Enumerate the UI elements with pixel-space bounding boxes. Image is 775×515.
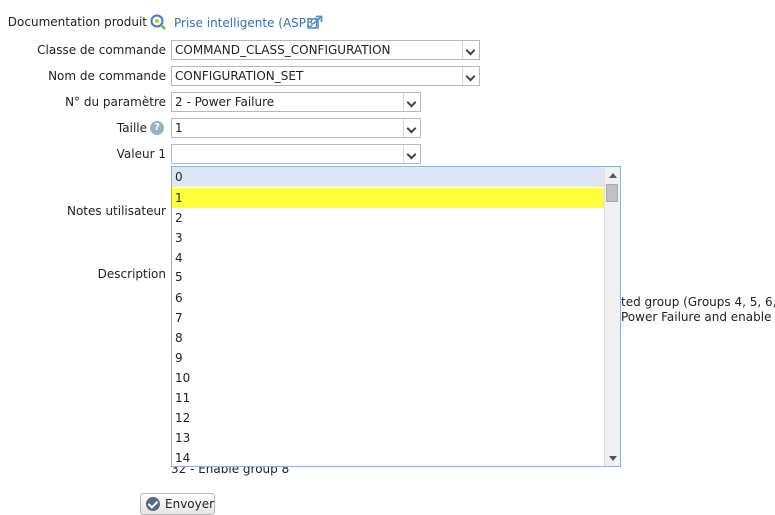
dropdown-option[interactable]: 3 [172,228,606,248]
command-label: Nom de commande [48,69,166,83]
value1-dropdown-list[interactable]: 0 1 2 3 4 5 6 7 8 9 10 11 12 13 14 [171,166,621,467]
command-name-value: CONFIGURATION_SET [175,69,304,83]
param-label: N° du paramètre [65,95,166,109]
dropdown-option[interactable]: 2 [172,208,606,228]
check-icon [146,497,160,511]
scrollbar-thumb[interactable] [606,184,618,202]
chevron-down-icon[interactable] [403,119,420,137]
dropdown-scrollbar[interactable] [604,167,620,466]
dropdown-option[interactable]: 11 [172,388,606,408]
param-number-value: 2 - Power Failure [175,95,275,109]
description-text-line-1: ted group (Groups 4, 5, 6, 7 [621,295,775,309]
doc-label: Documentation produit [7,15,147,29]
send-button[interactable]: Envoyer [140,493,215,515]
description-text-line-2: Power Failure and enable gro [621,310,775,324]
dropdown-option[interactable]: 9 [172,348,606,368]
chevron-down-icon[interactable] [403,93,420,111]
dropdown-option[interactable]: 8 [172,328,606,348]
command-class-value: COMMAND_CLASS_CONFIGURATION [175,43,391,57]
dropdown-option[interactable]: 10 [172,368,606,388]
command-name-select[interactable]: CONFIGURATION_SET [171,66,480,86]
param-number-select[interactable]: 2 - Power Failure [171,92,421,112]
external-link-icon[interactable] [307,15,323,29]
scroll-up-arrow-icon[interactable] [605,167,620,182]
notes-label: Notes utilisateur [66,204,166,218]
description-label: Description [97,267,166,281]
dropdown-option[interactable]: 7 [172,308,606,328]
value1-label: Valeur 1 [116,147,166,161]
send-button-label: Envoyer [165,497,215,511]
dropdown-option[interactable]: 12 [172,408,606,428]
help-icon[interactable]: ? [150,121,164,135]
dropdown-option[interactable]: 14 [172,448,606,466]
dropdown-option[interactable]: 6 [172,288,606,308]
dropdown-option[interactable]: 5 [172,267,606,287]
size-value: 1 [175,121,183,135]
value1-select[interactable] [171,144,421,164]
dropdown-option[interactable]: 13 [172,428,606,448]
scroll-down-arrow-icon[interactable] [605,451,620,466]
class-label: Classe de commande [37,43,166,57]
chevron-down-icon[interactable] [462,41,479,59]
size-label: Taille [116,121,147,135]
dropdown-option[interactable]: 0 [172,167,606,187]
dropdown-option[interactable]: 4 [172,248,606,268]
size-select[interactable]: 1 [171,118,421,138]
chevron-down-icon[interactable] [403,145,420,163]
command-class-select[interactable]: COMMAND_CLASS_CONFIGURATION [171,40,480,60]
product-doc-link[interactable]: Prise intelligente (ASP3) [174,16,318,30]
chevron-down-icon[interactable] [462,67,479,85]
product-doc-icon [150,14,166,30]
dropdown-option-selected[interactable]: 1 [172,188,606,208]
